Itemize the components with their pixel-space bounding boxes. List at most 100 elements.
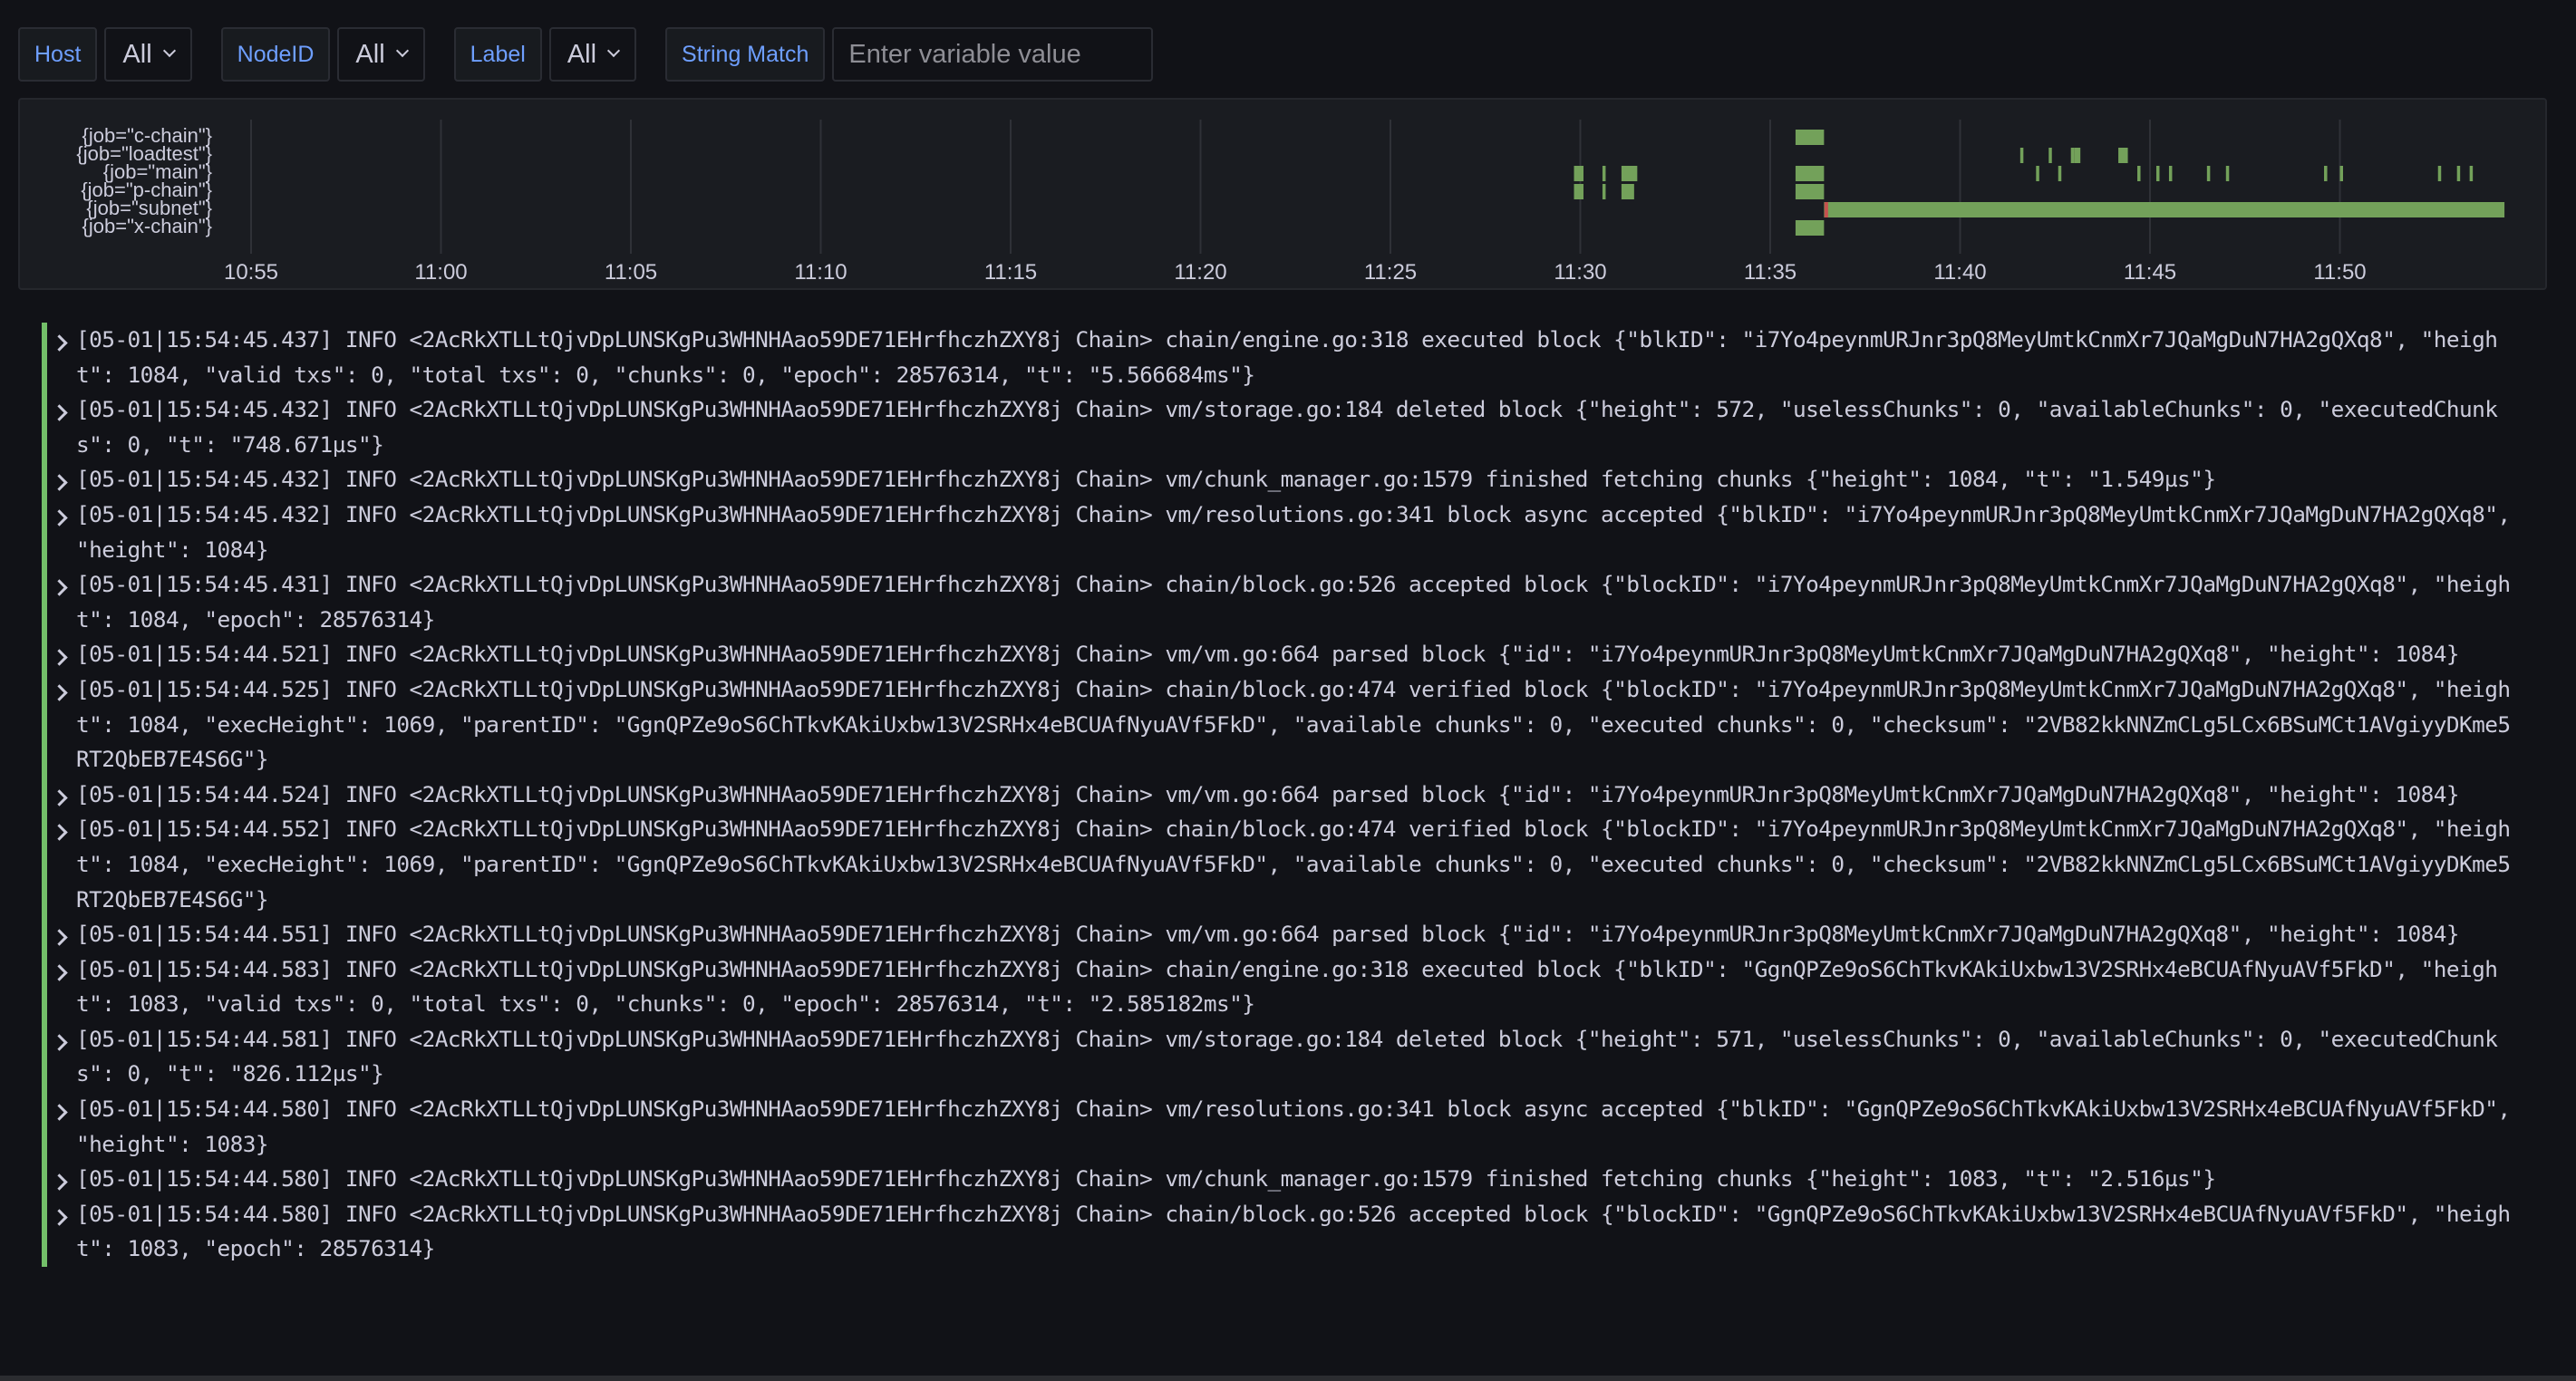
chevron-right-icon — [50, 824, 68, 842]
expand-row-button[interactable] — [47, 323, 76, 392]
log-message: [05-01|15:54:45.432] INFO <2AcRkXTLLtQjv… — [76, 396, 2498, 458]
x-tick-label: 11:00 — [414, 260, 467, 285]
chevron-down-icon — [606, 43, 621, 58]
timeline-bar — [2070, 148, 2075, 163]
log-row[interactable]: [05-01|15:54:44.524] INFO <2AcRkXTLLtQjv… — [42, 777, 2543, 813]
label-select-value: All — [567, 39, 597, 69]
expand-row-button[interactable] — [47, 777, 76, 813]
log-row[interactable]: [05-01|15:54:45.431] INFO <2AcRkXTLLtQjv… — [42, 567, 2543, 638]
x-tick-label: 11:40 — [1933, 260, 1986, 285]
timeline-bar — [2456, 166, 2461, 181]
log-message: [05-01|15:54:44.580] INFO <2AcRkXTLLtQjv… — [76, 1200, 2511, 1262]
expand-row-button[interactable] — [47, 392, 76, 462]
timeline-bar — [2019, 148, 2024, 163]
timeline-bar — [2058, 166, 2062, 181]
timeline-bar — [1824, 202, 2505, 217]
expand-row-button[interactable] — [47, 1197, 76, 1267]
timeline-bar — [2137, 166, 2141, 181]
timeline-bar — [1795, 130, 1825, 145]
log-row[interactable]: [05-01|15:54:45.437] INFO <2AcRkXTLLtQjv… — [42, 323, 2543, 393]
nodeid-select[interactable]: All — [337, 27, 425, 82]
label-filter-label: Label — [453, 27, 542, 82]
nodeid-filter-label: NodeID — [220, 27, 331, 82]
expand-row-button[interactable] — [47, 637, 76, 672]
host-filter: Host All — [18, 27, 192, 82]
log-message: [05-01|15:54:44.525] INFO <2AcRkXTLLtQjv… — [76, 675, 2511, 773]
log-message: [05-01|15:54:45.432] INFO <2AcRkXTLLtQjv… — [76, 500, 2523, 563]
chevron-right-icon — [50, 474, 68, 492]
log-message: [05-01|15:54:44.583] INFO <2AcRkXTLLtQjv… — [76, 955, 2498, 1018]
expand-row-button[interactable] — [47, 917, 76, 952]
log-list: [05-01|15:54:45.437] INFO <2AcRkXTLLtQjv… — [42, 323, 2543, 1268]
log-row[interactable]: [05-01|15:54:44.580] INFO <2AcRkXTLLtQjv… — [42, 1092, 2543, 1163]
string-match-input[interactable] — [832, 27, 1154, 82]
log-row[interactable]: [05-01|15:54:44.552] INFO <2AcRkXTLLtQjv… — [42, 812, 2543, 918]
timeline-bar — [2074, 148, 2081, 163]
chevron-right-icon — [50, 649, 68, 667]
chevron-right-icon — [50, 404, 68, 421]
log-row[interactable]: [05-01|15:54:44.580] INFO <2AcRkXTLLtQjv… — [42, 1162, 2543, 1197]
timeline-x-axis: 10:55 11:00 11:05 11:10 11:15 11:20 11:25 11:30… — [224, 260, 2367, 285]
expand-row-button[interactable] — [47, 1092, 76, 1162]
timeline-bar — [1795, 166, 1825, 181]
log-row[interactable]: [05-01|15:54:45.432] INFO <2AcRkXTLLtQjv… — [42, 392, 2543, 463]
expand-row-button[interactable] — [47, 497, 76, 567]
timeline-bar — [2339, 166, 2343, 181]
expand-row-button[interactable] — [47, 462, 76, 497]
log-row[interactable]: [05-01|15:54:44.583] INFO <2AcRkXTLLtQjv… — [42, 951, 2543, 1022]
expand-row-button[interactable] — [47, 567, 76, 637]
row-label: {job="x-chain"} — [82, 215, 212, 237]
log-message: [05-01|15:54:45.437] INFO <2AcRkXTLLtQjv… — [76, 326, 2498, 388]
timeline-bar — [1602, 184, 1606, 199]
chevron-right-icon — [50, 963, 68, 981]
timeline-bar — [2048, 148, 2052, 163]
state-timeline-panel: {job="c-chain"} {job="loadtest"} {job="mai… — [18, 98, 2547, 290]
x-tick-label: 10:55 — [224, 260, 278, 285]
host-filter-label: Host — [18, 27, 98, 82]
host-select[interactable]: All — [104, 27, 192, 82]
timeline-bar — [1621, 184, 1634, 199]
variables-bar: Host All NodeID All Label All String Mat… — [18, 26, 1182, 82]
log-row[interactable]: [05-01|15:54:45.432] INFO <2AcRkXTLLtQjv… — [42, 497, 2543, 568]
expand-row-button[interactable] — [47, 812, 76, 917]
timeline-bar — [2168, 166, 2173, 181]
label-select[interactable]: All — [548, 27, 637, 82]
timeline-error-marker — [1824, 202, 1828, 217]
timeline-bar — [1621, 166, 1638, 181]
timeline-row-labels: {job="c-chain"}{job="loadtest"}{job="mai… — [76, 124, 212, 237]
log-row[interactable]: [05-01|15:54:44.580] INFO <2AcRkXTLLtQjv… — [42, 1196, 2543, 1268]
timeline-bars — [1574, 130, 2505, 236]
string-match-label: String Match — [665, 27, 826, 82]
log-message: [05-01|15:54:45.432] INFO <2AcRkXTLLtQjv… — [76, 466, 2216, 493]
x-tick-label: 11:35 — [1744, 260, 1796, 285]
x-tick-label: 11:25 — [1364, 260, 1417, 285]
chevron-right-icon — [50, 684, 68, 701]
log-message: [05-01|15:54:45.431] INFO <2AcRkXTLLtQjv… — [76, 571, 2511, 633]
chevron-right-icon — [50, 1034, 68, 1051]
chevron-right-icon — [50, 579, 68, 596]
x-tick-label: 11:15 — [984, 260, 1037, 285]
expand-row-button[interactable] — [47, 952, 76, 1022]
timeline-bar — [2155, 166, 2160, 181]
expand-row-button[interactable] — [47, 672, 76, 777]
chevron-right-icon — [50, 1209, 68, 1226]
timeline-bar — [2437, 166, 2442, 181]
expand-row-button[interactable] — [47, 1162, 76, 1197]
log-row[interactable]: [05-01|15:54:44.521] INFO <2AcRkXTLLtQjv… — [42, 637, 2543, 672]
timeline-bar — [1795, 184, 1825, 199]
log-row[interactable]: [05-01|15:54:44.581] INFO <2AcRkXTLLtQjv… — [42, 1021, 2543, 1093]
x-tick-label: 11:30 — [1554, 260, 1606, 285]
log-message: [05-01|15:54:44.521] INFO <2AcRkXTLLtQjv… — [76, 641, 2460, 668]
chevron-right-icon — [50, 1104, 68, 1121]
nodeid-filter: NodeID All — [220, 27, 425, 82]
timeline-bar — [1574, 166, 1583, 181]
log-message: [05-01|15:54:44.552] INFO <2AcRkXTLLtQjv… — [76, 816, 2511, 913]
log-row[interactable]: [05-01|15:54:44.525] INFO <2AcRkXTLLtQjv… — [42, 671, 2543, 777]
expand-row-button[interactable] — [47, 1022, 76, 1092]
log-row[interactable]: [05-01|15:54:45.432] INFO <2AcRkXTLLtQjv… — [42, 462, 2543, 497]
x-tick-label: 11:10 — [794, 260, 847, 285]
log-row[interactable]: [05-01|15:54:44.551] INFO <2AcRkXTLLtQjv… — [42, 917, 2543, 952]
chevron-right-icon — [50, 334, 68, 352]
log-message: [05-01|15:54:44.524] INFO <2AcRkXTLLtQjv… — [76, 780, 2460, 807]
timeline-bar — [2225, 166, 2230, 181]
